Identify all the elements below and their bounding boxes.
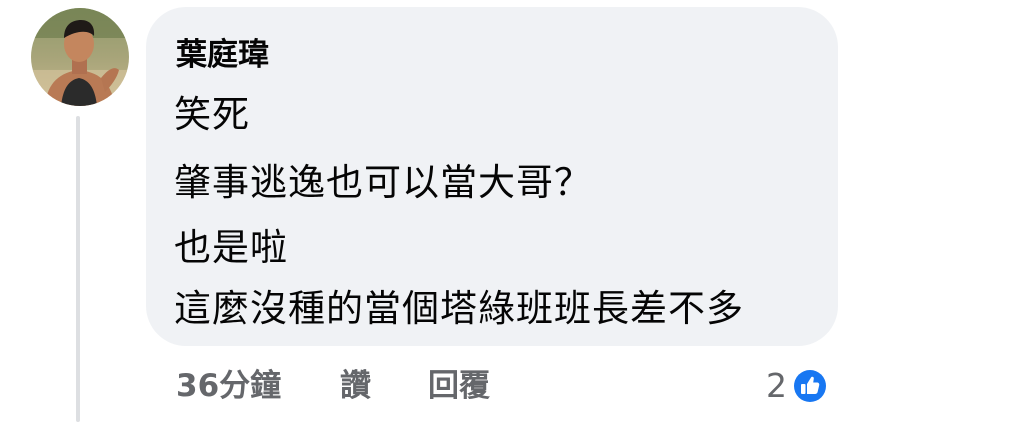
reply-button[interactable]: 回覆	[428, 364, 490, 408]
avatar[interactable]	[31, 8, 129, 106]
comment-bubble: 葉庭瑋 笑死 肇事逃逸也可以當大哥？ 也是啦 這麼沒種的當個塔綠班班長差不多	[146, 7, 838, 346]
comment-timestamp[interactable]: 36分鐘	[176, 364, 281, 408]
like-button[interactable]: 讚	[340, 364, 371, 408]
profile-photo	[31, 8, 129, 106]
comment-text-line: 笑死	[174, 93, 250, 136]
comment: 葉庭瑋 笑死 肇事逃逸也可以當大哥？ 也是啦 這麼沒種的當個塔綠班班長差不多 3…	[0, 0, 1024, 422]
reaction-count: 2	[766, 366, 787, 405]
comment-actions: 36分鐘 讚 回覆 2	[0, 364, 1024, 408]
comment-author[interactable]: 葉庭瑋	[176, 37, 269, 73]
comment-text-line: 也是啦	[174, 226, 288, 269]
comment-text-line: 這麼沒種的當個塔綠班班長差不多	[174, 287, 744, 330]
reaction-summary[interactable]: 2	[766, 364, 829, 408]
comment-text-line: 肇事逃逸也可以當大哥？	[174, 161, 592, 204]
thumbs-up-icon	[792, 368, 828, 404]
